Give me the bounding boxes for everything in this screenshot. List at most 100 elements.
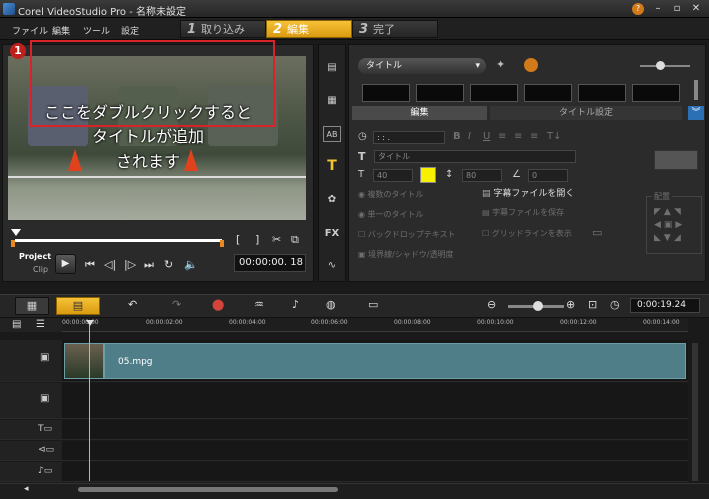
fit-project-icon[interactable]: ⊡: [588, 298, 597, 311]
track-head-voice: ⊲▭: [0, 441, 62, 461]
title-overlay-line3: されます: [115, 152, 180, 171]
step-label: 完了: [373, 23, 396, 36]
align-center-icon: ≡: [514, 131, 523, 142]
opt-backdrop-label: バックドロップテキスト: [367, 230, 456, 239]
volume-icon[interactable]: 🔈: [184, 258, 198, 271]
clip-thumbnail[interactable]: [64, 343, 104, 379]
step-label: 取り込み: [201, 23, 246, 36]
close-button[interactable]: ✕: [689, 3, 703, 15]
step-badge: 1: [10, 43, 26, 59]
graphic-icon[interactable]: ✿: [323, 192, 341, 208]
undo-icon[interactable]: ↶: [128, 298, 137, 311]
zoom-slider-knob[interactable]: [533, 301, 543, 311]
title-thumbnail[interactable]: [416, 84, 464, 102]
cut-icon[interactable]: ✂: [272, 233, 281, 246]
path-icon[interactable]: ∿: [323, 258, 341, 274]
home-icon[interactable]: ⏮: [85, 258, 95, 272]
mark-out-button[interactable]: ]: [255, 233, 259, 246]
video-clip[interactable]: [104, 343, 686, 379]
step-capture[interactable]: 1 取り込み: [180, 20, 266, 38]
track-head-music: ♪▭: [0, 462, 62, 482]
mode-project[interactable]: Project: [19, 252, 51, 261]
menu-edit[interactable]: 編集: [52, 24, 70, 37]
title-thumbnail[interactable]: [470, 84, 518, 102]
ruler-tick: 00:00:12:00: [560, 319, 597, 326]
repeat-icon[interactable]: ↻: [164, 258, 173, 271]
storyboard-view-button[interactable]: ▦: [15, 297, 49, 315]
playhead-handle[interactable]: [86, 320, 94, 326]
scrub-bar[interactable]: [15, 239, 222, 242]
timecode-display[interactable]: 00:00:00. 18: [234, 254, 306, 272]
auto-music-icon[interactable]: ♪: [292, 298, 299, 311]
trim-marker-right[interactable]: [220, 240, 224, 247]
music-track-icon: ♪▭: [38, 466, 53, 476]
scrubber-handle[interactable]: [11, 229, 21, 236]
timeline-horizontal-scrollbar[interactable]: [78, 487, 338, 492]
media-icon[interactable]: ▤: [323, 60, 341, 76]
text-color-swatch[interactable]: [420, 167, 436, 183]
menu-settings[interactable]: 設定: [121, 24, 139, 37]
open-subtitle-button[interactable]: ▤ 字幕ファイルを開く: [482, 186, 574, 199]
prev-frame-icon[interactable]: ◁|: [104, 258, 116, 271]
motion-tracking-icon[interactable]: ◍: [326, 298, 336, 311]
filter-icon[interactable]: FX: [323, 226, 341, 242]
zoom-out-icon[interactable]: ⊖: [487, 298, 496, 311]
scroll-left-icon[interactable]: ◂: [24, 484, 29, 494]
help-icon[interactable]: ?: [632, 3, 644, 15]
mode-clip[interactable]: Clip: [33, 265, 48, 274]
thumbnail-size-slider[interactable]: [640, 65, 690, 67]
trim-marker-left[interactable]: [11, 240, 15, 247]
subtitle-editor-icon[interactable]: ▭: [368, 298, 378, 311]
step-number: 1: [187, 22, 197, 37]
overlay-track[interactable]: [62, 383, 688, 419]
instant-project-icon[interactable]: ▦: [323, 93, 341, 109]
menu-file[interactable]: ファイル: [12, 24, 48, 37]
ruler-tick: 00:00:06:00: [311, 319, 348, 326]
collapse-options-icon[interactable]: ︾: [688, 106, 704, 120]
duration-field[interactable]: : : .: [373, 131, 445, 144]
minimize-button[interactable]: –: [651, 3, 665, 15]
enlarge-icon[interactable]: ⧉: [291, 233, 299, 247]
tab-edit[interactable]: 編集: [352, 106, 487, 120]
mark-in-button[interactable]: [: [236, 233, 240, 246]
music-track[interactable]: [62, 462, 688, 482]
title-icon[interactable]: T: [323, 158, 341, 174]
track-manager-icon[interactable]: ▤: [12, 319, 21, 330]
track-header-top: [0, 318, 62, 332]
opt-backdrop: ☐ バックドロップテキスト: [358, 230, 456, 239]
maximize-button[interactable]: ▫: [670, 3, 684, 15]
title-thumbnail[interactable]: [524, 84, 572, 102]
library-dropdown[interactable]: タイトル ▾: [358, 58, 486, 74]
step-edit[interactable]: 2 編集: [266, 20, 352, 38]
font-select: タイトル: [374, 150, 576, 163]
add-favorite-icon[interactable]: ✦: [496, 58, 505, 71]
playhead[interactable]: [89, 321, 90, 481]
library-scrollbar[interactable]: [694, 80, 698, 100]
chevron-down-icon: ▾: [475, 61, 480, 71]
tab-title-settings[interactable]: タイトル設定: [490, 106, 682, 120]
menu-tools[interactable]: ツール: [83, 24, 110, 37]
thumbnail-size-knob[interactable]: [656, 61, 665, 70]
play-button[interactable]: ▶: [55, 254, 76, 274]
content-icon[interactable]: [524, 58, 538, 72]
title-thumbnail[interactable]: [632, 84, 680, 102]
next-frame-icon[interactable]: |▷: [124, 258, 136, 271]
timeline-vertical-scrollbar[interactable]: [692, 343, 698, 481]
open-subtitle-label: 字幕ファイルを開く: [493, 189, 575, 199]
overlay-track-icon: ▣: [40, 393, 50, 404]
video-track-icon: ▣: [40, 352, 50, 363]
color-dropdown[interactable]: [654, 150, 698, 170]
end-icon[interactable]: ⏭: [144, 258, 154, 272]
record-capture-icon[interactable]: ⬤: [212, 298, 224, 311]
timeline-view-button[interactable]: ▤: [56, 297, 100, 315]
zoom-in-icon[interactable]: ⊕: [566, 298, 575, 311]
title-thumbnail[interactable]: [362, 84, 410, 102]
voice-track[interactable]: [62, 441, 688, 461]
transition-icon[interactable]: AB: [323, 126, 341, 142]
title-thumbnail[interactable]: [578, 84, 626, 102]
save-subtitle-button: ▤ 字幕ファイルを保存: [482, 208, 565, 217]
step-share[interactable]: 3 完了: [352, 20, 438, 38]
title-track[interactable]: [62, 420, 688, 440]
track-list-icon[interactable]: ☰: [36, 319, 45, 330]
audio-mixer-icon[interactable]: ♒: [254, 298, 264, 311]
